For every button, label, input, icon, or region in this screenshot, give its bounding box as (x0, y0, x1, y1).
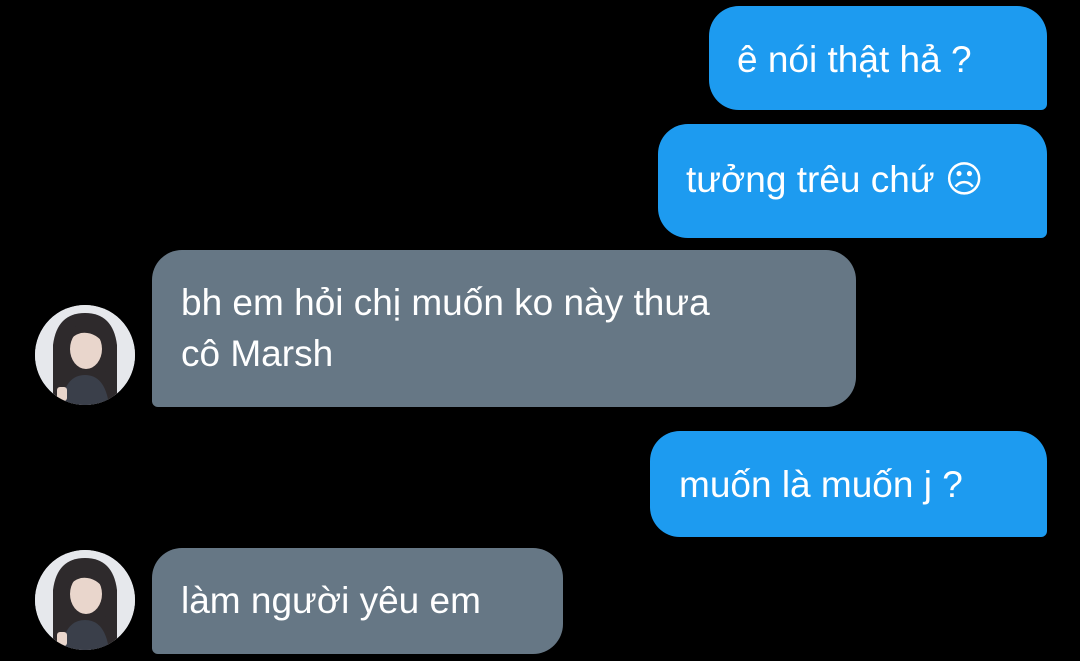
avatar[interactable] (35, 550, 135, 650)
avatar[interactable] (35, 305, 135, 405)
message-text: làm người yêu em (181, 580, 481, 621)
message-text: tưởng trêu chứ ☹ (686, 159, 984, 200)
message-bubble-received[interactable]: bh em hỏi chị muốn ko này thưa cô Marsh (152, 250, 856, 407)
message-bubble-sent[interactable]: ê nói thật hả ? (709, 6, 1047, 110)
message-bubble-sent[interactable]: tưởng trêu chứ ☹ (658, 124, 1047, 238)
message-bubble-received[interactable]: làm người yêu em (152, 548, 563, 654)
profile-photo-icon (35, 550, 135, 650)
message-text-line: bh em hỏi chị muốn ko này thưa (181, 282, 710, 323)
message-text-line: cô Marsh (181, 333, 334, 374)
message-bubble-sent[interactable]: muốn là muốn j ? (650, 431, 1047, 537)
profile-photo-icon (35, 305, 135, 405)
message-text: ê nói thật hả ? (737, 39, 972, 80)
message-text: muốn là muốn j ? (679, 464, 963, 505)
